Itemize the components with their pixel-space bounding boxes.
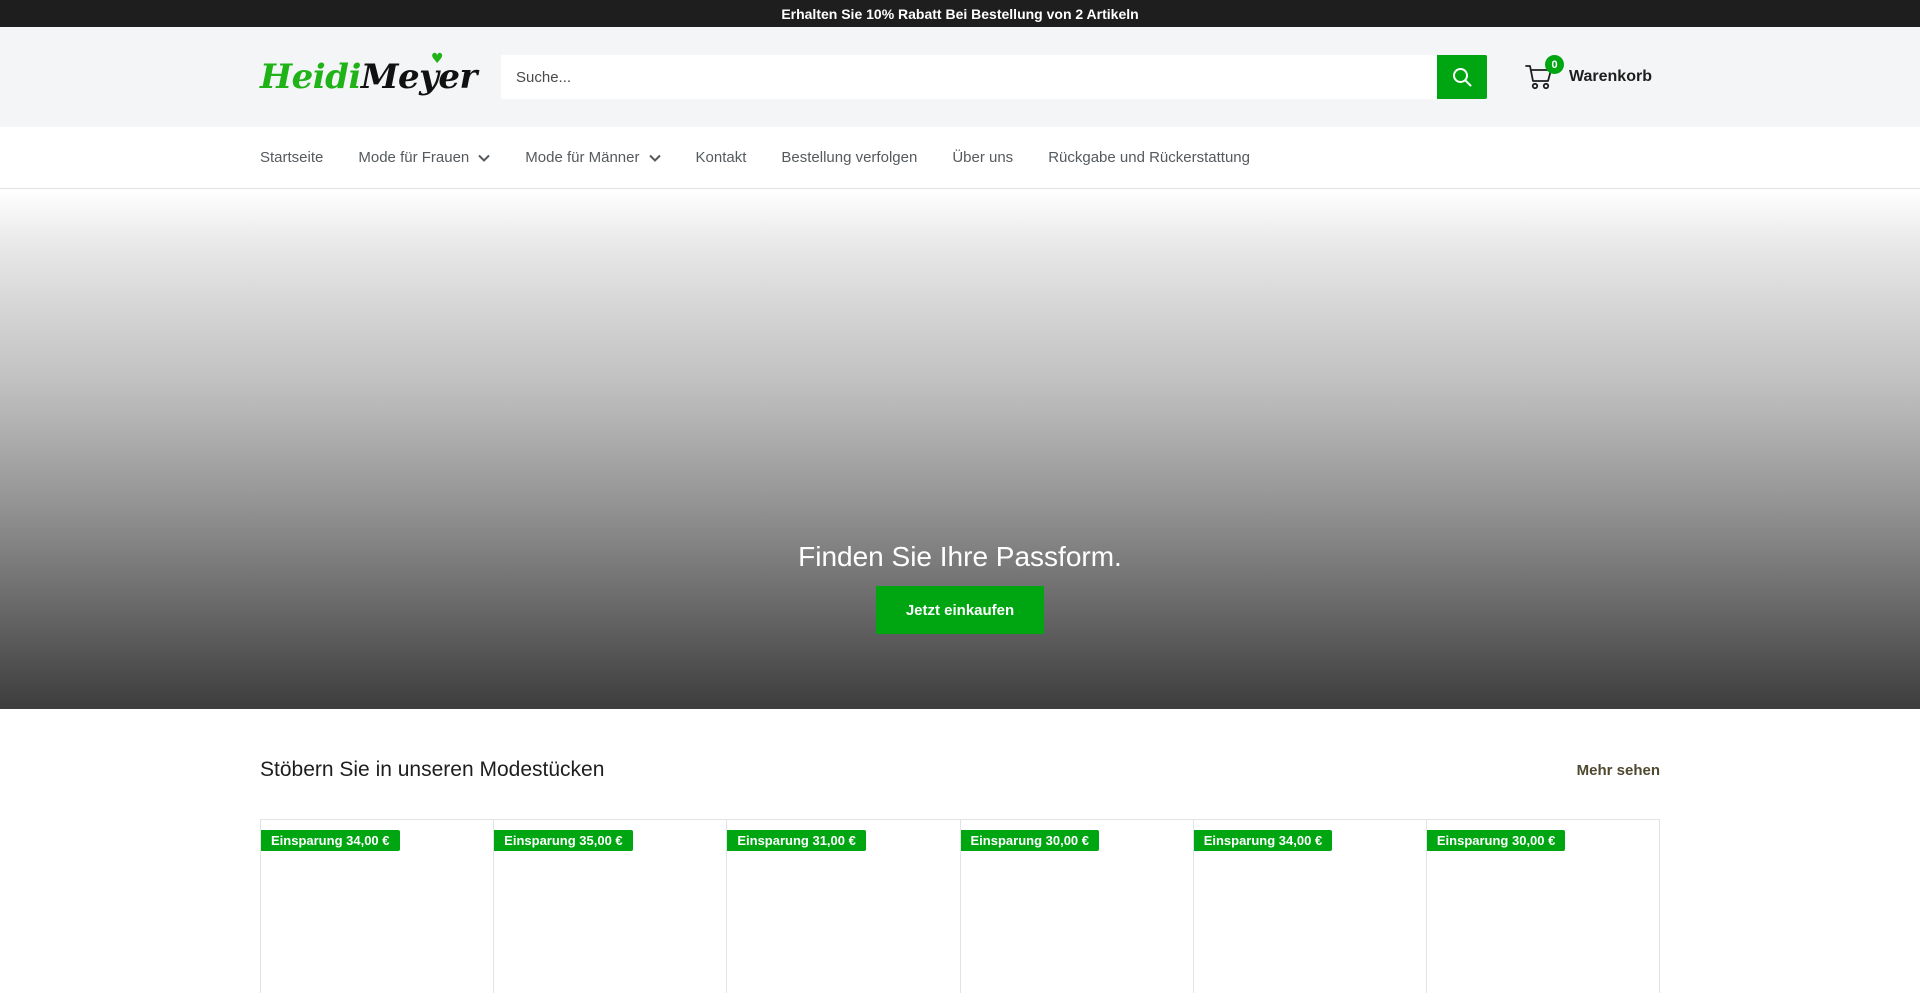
savings-badge: Einsparung 34,00 €: [1193, 830, 1333, 851]
site-header: HeidiMeyer ♥ 0 Warenkorb: [0, 27, 1920, 127]
nav-item-label: Kontakt: [695, 149, 747, 166]
featured-collection: Stöbern Sie in unseren Modestücken Mehr …: [0, 709, 1920, 993]
product-card[interactable]: Einsparung 34,00 €: [261, 820, 495, 993]
search-button[interactable]: [1437, 55, 1487, 99]
collection-header: Stöbern Sie in unseren Modestücken Mehr …: [260, 709, 1660, 819]
search-icon: [1453, 68, 1472, 87]
product-card[interactable]: Einsparung 31,00 €: [727, 820, 961, 993]
savings-badge: Einsparung 35,00 €: [494, 830, 633, 851]
see-more-link[interactable]: Mehr sehen: [1577, 762, 1660, 779]
savings-badge: Einsparung 31,00 €: [727, 830, 866, 851]
logo[interactable]: Heidi Meyer ♥: [260, 51, 477, 97]
nav-item-label: Mode für Männer: [525, 149, 640, 166]
savings-badge: Einsparung 30,00 €: [1426, 830, 1566, 851]
cart-label: Warenkorb: [1569, 68, 1652, 85]
nav-item-bestellung-verfolgen[interactable]: Bestellung verfolgen: [781, 149, 917, 166]
nav-item-label: Mode für Frauen: [358, 149, 470, 166]
product-grid: Einsparung 34,00 € Einsparung 35,00 € Ei…: [260, 819, 1660, 993]
search-input[interactable]: [501, 55, 1437, 99]
announcement-bar: Erhalten Sie 10% Rabatt Bei Bestellung v…: [0, 0, 1920, 27]
hero-content: Finden Sie Ihre Passform. Jetzt einkaufe…: [0, 541, 1920, 634]
savings-badge: Einsparung 34,00 €: [261, 830, 400, 851]
nav-item-rueckgabe[interactable]: Rückgabe und Rückerstattung: [1048, 149, 1250, 166]
nav-item-label: Startseite: [260, 149, 324, 166]
nav-item-label: Bestellung verfolgen: [781, 149, 918, 166]
product-card[interactable]: Einsparung 34,00 €: [1193, 820, 1427, 993]
nav-item-ueber-uns[interactable]: Über uns: [952, 149, 1013, 166]
savings-badge: Einsparung 30,00 €: [960, 830, 1100, 851]
search-form: [501, 55, 1487, 99]
nav-item-startseite[interactable]: Startseite: [260, 149, 323, 166]
nav-item-mode-fuer-frauen[interactable]: Mode für Frauen: [358, 149, 490, 166]
product-card[interactable]: Einsparung 30,00 €: [1426, 820, 1659, 993]
announcement-text: Erhalten Sie 10% Rabatt Bei Bestellung v…: [781, 5, 1139, 22]
cart-button[interactable]: 0 Warenkorb: [1525, 55, 1652, 90]
collection-title: Stöbern Sie in unseren Modestücken: [260, 758, 605, 781]
nav-item-kontakt[interactable]: Kontakt: [696, 149, 747, 166]
nav-item-label: Rückgabe und Rückerstattung: [1048, 149, 1250, 166]
hero-banner: Finden Sie Ihre Passform. Jetzt einkaufe…: [0, 189, 1920, 709]
product-card[interactable]: Einsparung 30,00 €: [960, 820, 1194, 993]
cart-count-badge: 0: [1545, 55, 1564, 74]
nav-item-label: Über uns: [952, 149, 1014, 166]
chevron-down-icon: [648, 154, 661, 162]
logo-text-heidi: Heidi: [260, 57, 361, 97]
main-navigation: Startseite Mode für Frauen Mode für Männ…: [0, 127, 1920, 189]
hero-title: Finden Sie Ihre Passform.: [798, 541, 1122, 572]
shop-now-button[interactable]: Jetzt einkaufen: [876, 586, 1044, 634]
logo-text-meyer: Meyer: [360, 57, 478, 97]
chevron-down-icon: [478, 154, 490, 162]
product-card[interactable]: Einsparung 35,00 €: [494, 820, 728, 993]
nav-item-mode-fuer-maenner[interactable]: Mode für Männer: [525, 149, 661, 166]
heart-icon: ♥: [431, 51, 444, 67]
